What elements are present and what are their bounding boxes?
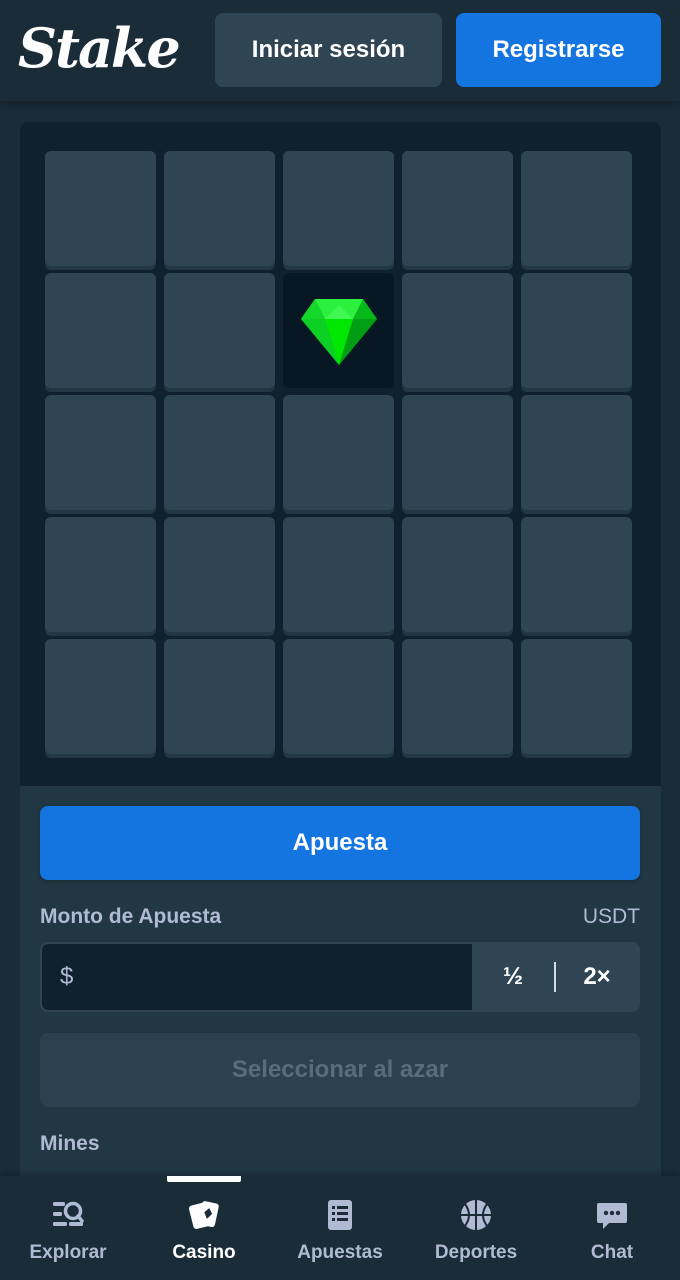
- mine-tile[interactable]: [402, 395, 513, 510]
- mine-tile[interactable]: [521, 273, 632, 388]
- bet-controls: Apuesta Monto de Apuesta USDT $ ½ 2× Sel…: [20, 786, 661, 1176]
- mine-tile[interactable]: [45, 395, 156, 510]
- bet-amount-input[interactable]: [82, 944, 462, 1010]
- mines-game-page: Stake Iniciar sesión Registrarse Apuesta…: [0, 0, 680, 1280]
- register-button[interactable]: Registrarse: [456, 13, 661, 87]
- bottom-nav: Explorar Casino Apuestas Deportes Chat: [0, 1176, 680, 1280]
- mine-tile[interactable]: [164, 151, 275, 266]
- mine-tile[interactable]: [521, 517, 632, 632]
- mine-tile[interactable]: [283, 151, 394, 266]
- mine-tile[interactable]: [283, 395, 394, 510]
- mine-tile[interactable]: [164, 395, 275, 510]
- nav-item-apuestas[interactable]: Apuestas: [272, 1176, 408, 1280]
- cards-icon: [188, 1201, 219, 1229]
- mine-tile[interactable]: [45, 517, 156, 632]
- mine-tile[interactable]: [164, 517, 275, 632]
- mine-tile-revealed-gem: [283, 273, 394, 388]
- search-list-icon: [53, 1201, 84, 1226]
- login-button[interactable]: Iniciar sesión: [215, 13, 442, 87]
- nav-label: Deportes: [434, 1242, 518, 1263]
- mines-grid: [45, 151, 632, 754]
- bet-button[interactable]: Apuesta: [40, 806, 640, 880]
- currency-label: USDT: [582, 905, 640, 928]
- chat-icon: [597, 1203, 627, 1229]
- mine-tile[interactable]: [283, 639, 394, 754]
- nav-label: Explorar: [29, 1242, 107, 1263]
- mines-label: Mines: [40, 1132, 100, 1155]
- header: Stake Iniciar sesión Registrarse: [0, 0, 680, 102]
- nav-label: Apuestas: [297, 1242, 383, 1263]
- mine-tile[interactable]: [45, 639, 156, 754]
- divider: [554, 962, 556, 992]
- bet-amount-input-box[interactable]: $: [42, 944, 472, 1010]
- random-pick-button[interactable]: Seleccionar al azar: [40, 1033, 640, 1107]
- dollar-sign: $: [60, 963, 74, 990]
- mine-tile[interactable]: [521, 395, 632, 510]
- mine-tile[interactable]: [45, 273, 156, 388]
- bet-amount-label-row: Monto de Apuesta USDT: [40, 902, 640, 932]
- nav-item-deportes[interactable]: Deportes: [408, 1176, 544, 1280]
- mine-tile[interactable]: [402, 151, 513, 266]
- betslip-icon: [328, 1200, 352, 1230]
- mine-tile[interactable]: [164, 273, 275, 388]
- nav-item-chat[interactable]: Chat: [544, 1176, 680, 1280]
- mine-tile[interactable]: [521, 639, 632, 754]
- mine-tile[interactable]: [45, 151, 156, 266]
- nav-label: Chat: [590, 1242, 634, 1263]
- mine-tile[interactable]: [521, 151, 632, 266]
- active-indicator: [167, 1176, 241, 1182]
- mine-tile[interactable]: [402, 517, 513, 632]
- mine-tile[interactable]: [402, 273, 513, 388]
- half-bet-button[interactable]: ½: [472, 944, 554, 1010]
- mine-tile[interactable]: [164, 639, 275, 754]
- stake-logo[interactable]: Stake: [18, 8, 181, 88]
- game-board: [20, 122, 661, 786]
- double-bet-button[interactable]: 2×: [556, 944, 638, 1010]
- basketball-icon: [461, 1200, 491, 1230]
- bet-amount-label: Monto de Apuesta: [40, 905, 222, 928]
- nav-item-casino[interactable]: Casino: [136, 1176, 272, 1280]
- bet-amount-field: $ ½ 2×: [40, 942, 640, 1012]
- nav-label: Casino: [172, 1242, 236, 1263]
- gem-icon: [300, 298, 377, 365]
- mine-tile[interactable]: [283, 517, 394, 632]
- mine-tile[interactable]: [402, 639, 513, 754]
- nav-item-explorar[interactable]: Explorar: [0, 1176, 136, 1280]
